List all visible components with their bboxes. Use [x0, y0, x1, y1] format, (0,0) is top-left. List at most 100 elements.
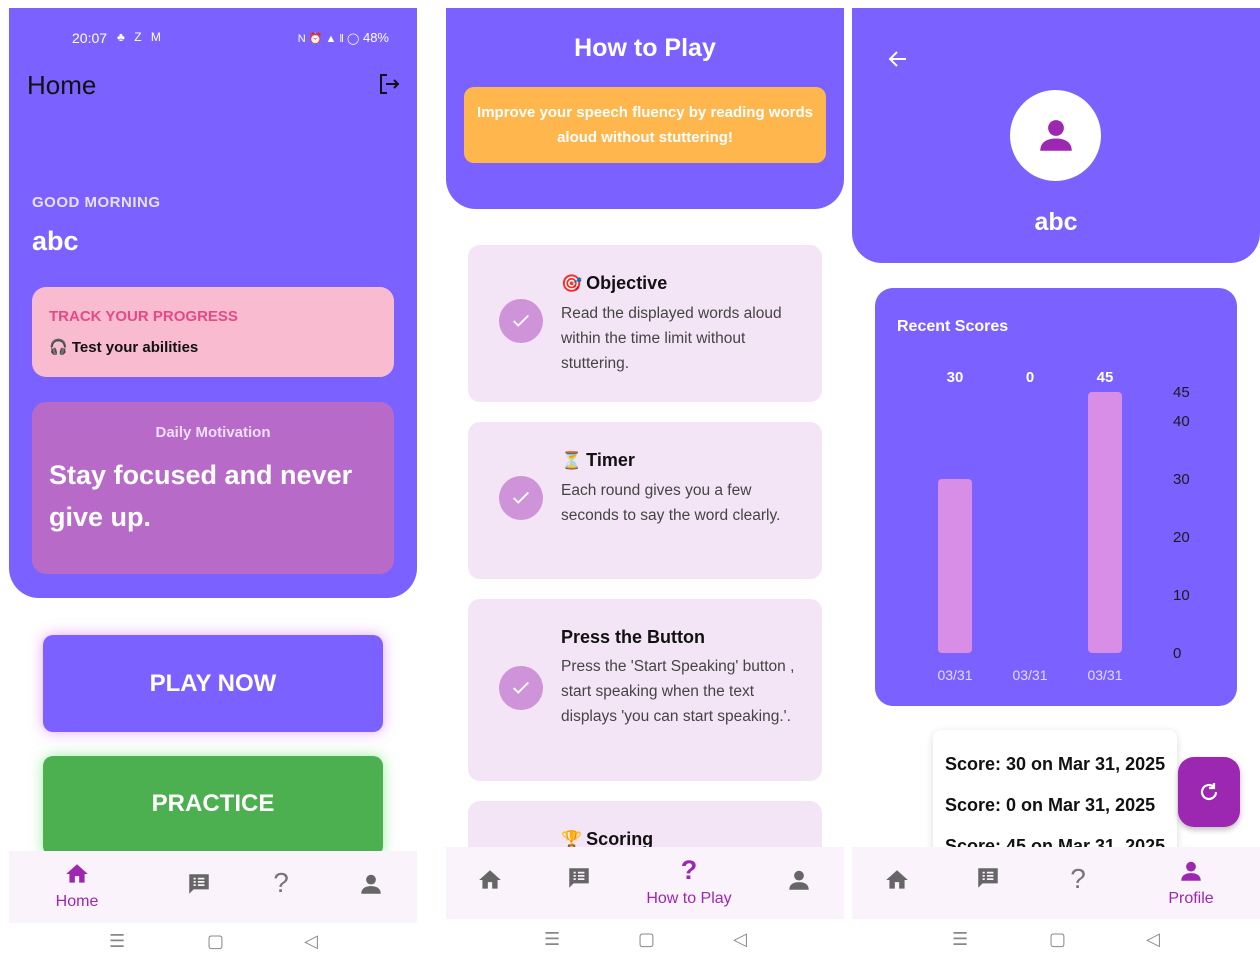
home-icon — [66, 864, 88, 883]
x-tick-label: 03/31 — [937, 667, 972, 683]
question-icon: ? — [273, 867, 289, 898]
hourglass-icon: ⏳ — [561, 451, 583, 470]
motivation-quote: Stay focused and never give up. — [49, 460, 353, 532]
person-icon — [789, 870, 809, 890]
how-to-play-screen: How to Play Improve your speech fluency … — [446, 8, 844, 958]
y-tick-label: 45 — [1173, 384, 1190, 401]
rule-card-objective: 🎯 Objective Read the displayed words alou… — [468, 245, 822, 402]
daily-motivation-card: Daily Motivation Stay focused and never … — [32, 402, 394, 574]
nav-home[interactable] — [867, 847, 927, 919]
bar[interactable] — [938, 479, 972, 653]
bar-value-label: 0 — [1026, 369, 1034, 386]
play-now-button[interactable]: PLAY NOW — [43, 635, 383, 732]
y-tick-label: 20 — [1173, 529, 1190, 546]
recent-scores-chart: 0 10 20 30 40 45 30 03/31 0 03/31 45 03/31 — [937, 369, 1190, 683]
rule-title: Press the Button — [561, 627, 706, 647]
score-item: Score: 30 on Mar 31, 2025 — [945, 754, 1166, 774]
person-icon — [1040, 120, 1072, 151]
home-square-icon[interactable]: ▢ — [638, 929, 655, 950]
home-square-icon[interactable]: ▢ — [1049, 929, 1066, 950]
check-icon — [499, 666, 543, 710]
x-tick-label: 03/31 — [1087, 667, 1122, 683]
bottom-nav: Home ? — [9, 851, 417, 923]
y-tick-label: 30 — [1173, 471, 1190, 488]
check-icon — [499, 476, 543, 520]
question-icon: ? — [1070, 863, 1086, 894]
rule-description: Each round gives you a few seconds to sa… — [561, 482, 781, 524]
back-arrow-icon[interactable] — [886, 47, 910, 71]
check-icon — [499, 299, 543, 343]
profile-name: abc — [1034, 208, 1078, 236]
nav-profile[interactable] — [769, 847, 829, 919]
score-list: Score: 30 on Mar 31, 2025 Score: 0 on Ma… — [933, 730, 1177, 860]
rule-description: Press the 'Start Speaking' button , star… — [561, 658, 795, 725]
user-name: abc — [32, 226, 79, 256]
home-square-icon[interactable]: ▢ — [207, 931, 224, 952]
y-tick-label: 0 — [1173, 645, 1181, 662]
intro-banner: Improve your speech fluency by reading w… — [464, 87, 826, 163]
y-tick-label: 10 — [1173, 587, 1190, 604]
nav-home[interactable]: Home — [42, 851, 112, 923]
person-icon — [361, 874, 381, 894]
nav-feed[interactable] — [549, 847, 609, 919]
menu-icon[interactable]: ☰ — [544, 929, 560, 950]
nav-home[interactable] — [460, 847, 520, 919]
bottom-nav: ? How to Play — [446, 847, 844, 919]
avatar — [1010, 90, 1101, 181]
track-progress-title: TRACK YOUR PROGRESS — [49, 308, 238, 325]
rule-title: ⏳ Timer — [561, 450, 635, 470]
greeting-text: GOOD MORNING — [32, 194, 161, 211]
how-to-play-header: How to Play Improve your speech fluency … — [446, 8, 844, 209]
logout-icon[interactable] — [377, 72, 401, 96]
nav-help[interactable]: ? How to Play — [634, 847, 744, 919]
nav-profile[interactable] — [341, 851, 401, 923]
menu-icon[interactable]: ☰ — [952, 929, 968, 950]
rule-description: Read the displayed words aloud within th… — [561, 305, 782, 372]
refresh-icon — [1200, 783, 1218, 801]
bottom-nav: ? Profile — [852, 847, 1260, 919]
status-time: 20:07 — [72, 30, 108, 46]
menu-icon[interactable]: ☰ — [109, 931, 125, 952]
home-icon — [886, 870, 908, 889]
rule-title: 🎯 Objective — [561, 273, 668, 293]
list-icon — [978, 868, 998, 888]
nav-help[interactable]: ? — [251, 851, 311, 923]
system-nav-bar: ☰ ▢ ◁ — [852, 921, 1260, 956]
list-icon — [569, 868, 589, 888]
status-right: N ⏰ ▲ ‖ ◯ 48% — [298, 30, 389, 45]
nav-home-label: Home — [55, 893, 99, 910]
page-title: How to Play — [574, 34, 716, 62]
nav-profile-label: Profile — [1168, 890, 1214, 907]
recent-scores-card: Recent Scores 0 10 20 30 40 45 30 03/31 0 03/31 45… — [875, 288, 1237, 706]
refresh-button[interactable] — [1178, 757, 1240, 827]
rule-card-timer: ⏳ Timer Each round gives you a few second… — [468, 422, 822, 579]
question-icon: ? — [680, 855, 698, 885]
status-bar: 20:07 ♣ Z M N ⏰ ▲ ‖ ◯ 48% — [9, 28, 417, 48]
back-triangle-icon[interactable]: ◁ — [733, 929, 747, 950]
nav-howto-label: How to Play — [646, 890, 732, 907]
back-triangle-icon[interactable]: ◁ — [304, 931, 318, 952]
page-title: Home — [27, 70, 97, 100]
home-screen: 20:07 ♣ Z M N ⏰ ▲ ‖ ◯ 48% Home GOOD MORN… — [9, 8, 417, 958]
motivation-label: Daily Motivation — [155, 424, 271, 441]
battery-level: 48% — [362, 30, 389, 45]
profile-header: abc — [852, 8, 1260, 263]
target-icon: 🎯 — [561, 274, 583, 293]
home-icon — [479, 870, 501, 889]
practice-button[interactable]: PRACTICE — [43, 756, 383, 856]
nav-help[interactable]: ? — [1048, 847, 1108, 919]
system-nav-bar: ☰ ▢ ◁ — [9, 923, 417, 958]
list-icon — [189, 874, 209, 894]
back-triangle-icon[interactable]: ◁ — [1146, 929, 1160, 950]
nav-feed[interactable] — [958, 847, 1018, 919]
bar-value-label: 45 — [1097, 369, 1114, 386]
status-notification-icons: ♣ Z M — [117, 30, 164, 44]
score-item: Score: 0 on Mar 31, 2025 — [945, 795, 1156, 815]
rule-card-press-button: Press the Button Press the 'Start Speaki… — [468, 599, 822, 781]
status-system-icons: N ⏰ ▲ ‖ ◯ — [297, 33, 360, 45]
track-progress-card[interactable]: TRACK YOUR PROGRESS 🎧 Test your abilitie… — [32, 287, 394, 377]
nav-profile[interactable]: Profile — [1151, 847, 1231, 919]
profile-screen: abc Recent Scores 0 10 20 30 40 45 30 03/31 0 03/… — [852, 8, 1260, 958]
nav-feed[interactable] — [169, 851, 229, 923]
bar[interactable] — [1088, 392, 1122, 653]
